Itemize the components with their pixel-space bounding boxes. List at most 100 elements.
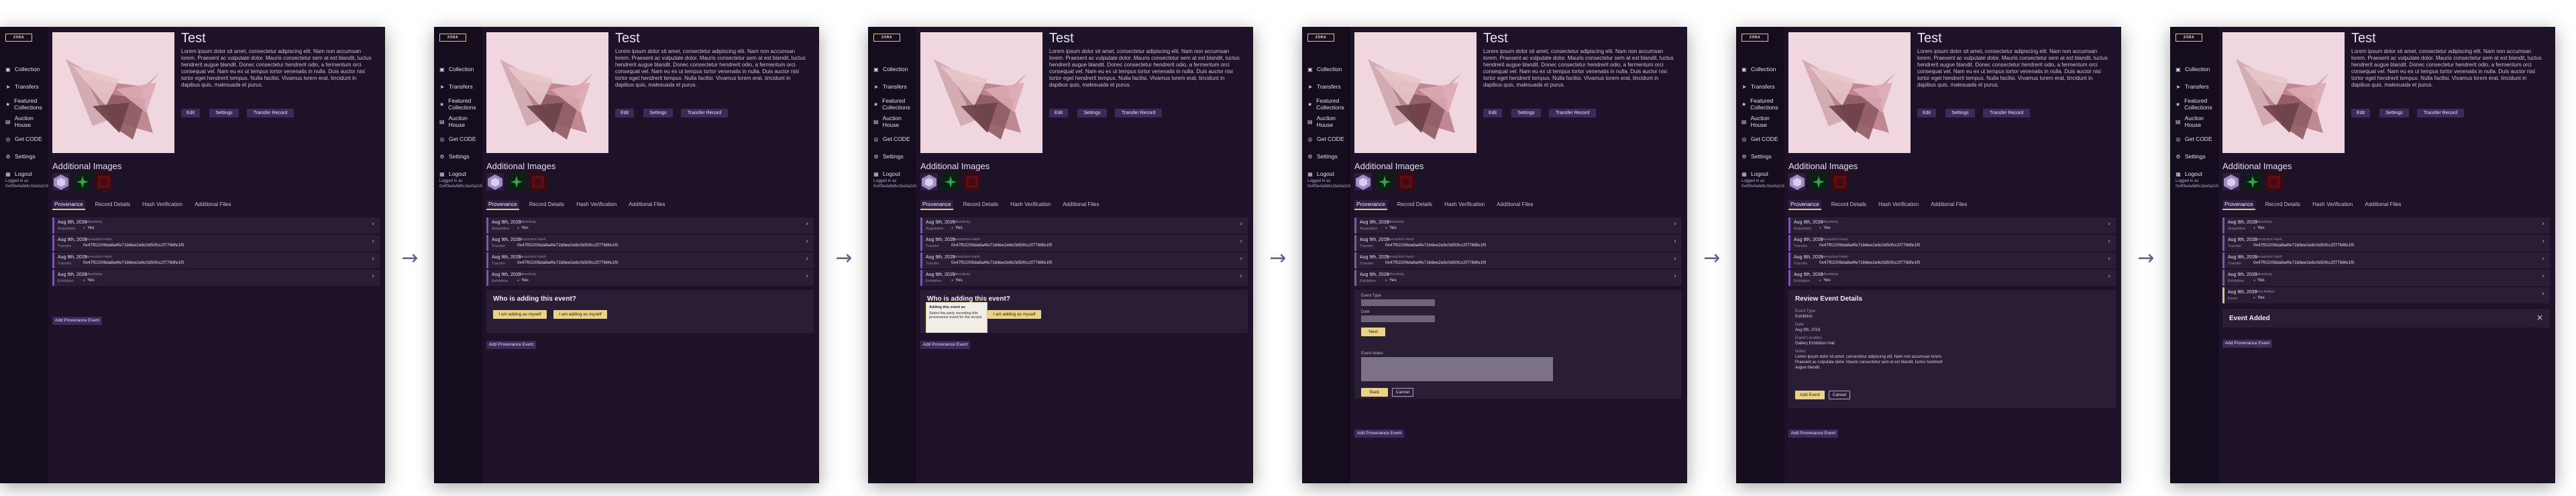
chevron-right-icon[interactable]: › bbox=[372, 273, 374, 280]
chevron-right-icon[interactable]: › bbox=[806, 273, 808, 280]
sidebar-item-auction-house[interactable]: ▤ Auction House bbox=[1736, 113, 1784, 130]
submit-event-button[interactable]: Add Event bbox=[1795, 391, 1825, 399]
chevron-right-icon[interactable]: › bbox=[2108, 273, 2110, 280]
provenance-event-row[interactable]: Aug 9th, 2019 Exhibition Authenticity ● Yes › bbox=[52, 270, 380, 286]
provenance-event-row[interactable]: Aug 9th, 2019 Event Event Added ● Yes › bbox=[2222, 287, 2550, 303]
chevron-right-icon[interactable]: › bbox=[1240, 273, 1242, 280]
tab-hash-verification[interactable]: Hash Verification bbox=[140, 200, 184, 210]
sidebar-item-transfers[interactable]: ➤ Transfers bbox=[0, 78, 48, 95]
tab-record-details[interactable]: Record Details bbox=[93, 200, 132, 210]
chevron-right-icon[interactable]: › bbox=[2542, 238, 2544, 245]
chevron-right-icon[interactable]: › bbox=[806, 238, 808, 245]
provenance-event-row[interactable]: Aug 9th, 2019 Exhibition Authenticity ● Yes › bbox=[486, 270, 814, 286]
settings-button[interactable]: Settings bbox=[1077, 109, 1107, 117]
next-button[interactable]: Next bbox=[1361, 328, 1385, 336]
sidebar-item-collection[interactable]: ▣ Collection bbox=[434, 60, 482, 78]
tab-hash-verification[interactable]: Hash Verification bbox=[1442, 200, 1487, 210]
sidebar-item-auction-house[interactable]: ▤ Auction House bbox=[434, 113, 482, 130]
sidebar-item-settings[interactable]: ⚙ Settings bbox=[1302, 148, 1350, 165]
chevron-right-icon[interactable]: › bbox=[372, 256, 374, 262]
provenance-event-row[interactable]: Aug 9th, 2019 Transfer Transaction Hash 0x4… bbox=[1354, 235, 1682, 251]
additional-image-thumb[interactable] bbox=[1376, 173, 1393, 191]
back-button[interactable]: Back bbox=[1361, 388, 1388, 397]
app-logo[interactable]: ZORA bbox=[5, 34, 32, 42]
edit-button[interactable]: Edit bbox=[1049, 109, 1068, 117]
sidebar-item-settings[interactable]: ⚙ Settings bbox=[868, 148, 916, 165]
chevron-right-icon[interactable]: › bbox=[372, 221, 374, 228]
date-input[interactable] bbox=[1361, 315, 1435, 322]
sidebar-item-get-code[interactable]: ◎ Get CODE bbox=[2170, 130, 2218, 148]
sidebar-item-featured-collections[interactable]: ★ Featured Collections bbox=[2170, 95, 2218, 113]
transfer-record-button[interactable]: Transfer Record bbox=[247, 109, 294, 117]
chevron-right-icon[interactable]: › bbox=[2108, 221, 2110, 228]
chevron-right-icon[interactable]: › bbox=[1240, 238, 1242, 245]
tab-hash-verification[interactable]: Hash Verification bbox=[1876, 200, 1921, 210]
provenance-event-row[interactable]: Aug 9th, 2019 Acquisition Authenticity ● Yes… bbox=[2222, 217, 2550, 234]
edit-button[interactable]: Edit bbox=[181, 109, 200, 117]
sidebar-item-auction-house[interactable]: ▤ Auction House bbox=[868, 113, 916, 130]
tab-additional-files[interactable]: Additional Files bbox=[193, 200, 233, 210]
sidebar-item-settings[interactable]: ⚙ Settings bbox=[1736, 148, 1784, 165]
tab-provenance[interactable]: Provenance bbox=[920, 200, 953, 210]
additional-image-thumb[interactable] bbox=[74, 173, 91, 191]
app-logo[interactable]: ZORA bbox=[439, 34, 466, 42]
sidebar-item-auction-house[interactable]: ▤ Auction House bbox=[2170, 113, 2218, 130]
provenance-event-row[interactable]: Aug 9th, 2019 Transfer Transaction Hash 0x4… bbox=[2222, 252, 2550, 268]
provenance-event-row[interactable]: Aug 9th, 2019 Exhibition Authenticity ● Yes › bbox=[1788, 270, 2116, 286]
additional-image-thumb[interactable] bbox=[486, 173, 504, 191]
sidebar-item-get-code[interactable]: ◎ Get CODE bbox=[868, 130, 916, 148]
chevron-right-icon[interactable]: › bbox=[1240, 221, 1242, 228]
additional-image-thumb[interactable] bbox=[1788, 173, 1806, 191]
edit-button[interactable]: Edit bbox=[1917, 109, 1936, 117]
chevron-right-icon[interactable]: › bbox=[2542, 291, 2544, 297]
add-provenance-event-button[interactable]: Add Provenance Event bbox=[1788, 430, 1838, 438]
add-provenance-event-button[interactable]: Add Provenance Event bbox=[2222, 340, 2272, 348]
chevron-right-icon[interactable]: › bbox=[1674, 238, 1676, 245]
provenance-event-row[interactable]: Aug 9th, 2019 Transfer Transaction Hash 0x4… bbox=[920, 252, 1248, 268]
provenance-event-row[interactable]: Aug 9th, 2019 Acquisition Authenticity ● Yes… bbox=[1354, 217, 1682, 234]
sidebar-item-featured-collections[interactable]: ★ Featured Collections bbox=[0, 95, 48, 113]
sidebar-item-settings[interactable]: ⚙ Settings bbox=[434, 148, 482, 165]
add-provenance-event-button[interactable]: Add Provenance Event bbox=[52, 317, 102, 325]
settings-button[interactable]: Settings bbox=[209, 109, 239, 117]
provenance-event-row[interactable]: Aug 9th, 2019 Transfer Transaction Hash 0x4… bbox=[1788, 235, 2116, 251]
sidebar-item-get-code[interactable]: ◎ Get CODE bbox=[1302, 130, 1350, 148]
provenance-event-row[interactable]: Aug 9th, 2019 Transfer Transaction Hash 0x4… bbox=[486, 252, 814, 268]
transfer-record-button[interactable]: Transfer Record bbox=[2417, 109, 2464, 117]
tab-hash-verification[interactable]: Hash Verification bbox=[574, 200, 619, 210]
sidebar-item-get-code[interactable]: ◎ Get CODE bbox=[1736, 130, 1784, 148]
add-provenance-event-button[interactable]: Add Provenance Event bbox=[486, 341, 536, 349]
edit-button[interactable]: Edit bbox=[1483, 109, 1502, 117]
additional-image-thumb[interactable] bbox=[920, 173, 938, 191]
add-provenance-event-button[interactable]: Add Provenance Event bbox=[1354, 430, 1404, 438]
transfer-record-button[interactable]: Transfer Record bbox=[1983, 109, 2030, 117]
additional-image-thumb[interactable] bbox=[52, 173, 70, 191]
additional-image-thumb[interactable] bbox=[963, 173, 981, 191]
tab-additional-files[interactable]: Additional Files bbox=[1929, 200, 1969, 210]
close-icon[interactable]: × bbox=[2536, 313, 2543, 322]
add-as-self-button[interactable]: I am adding as myself bbox=[493, 310, 547, 319]
additional-image-thumb[interactable] bbox=[942, 173, 959, 191]
provenance-event-row[interactable]: Aug 9th, 2019 Transfer Transaction Hash 0x4… bbox=[920, 235, 1248, 251]
sidebar-item-featured-collections[interactable]: ★ Featured Collections bbox=[1302, 95, 1350, 113]
add-as-other-button[interactable]: I am adding as myself bbox=[553, 310, 607, 319]
transfer-record-button[interactable]: Transfer Record bbox=[1115, 109, 1162, 117]
add-provenance-event-button[interactable]: Add Provenance Event bbox=[920, 341, 970, 349]
cancel-button[interactable]: Cancel bbox=[1829, 391, 1850, 399]
sidebar-item-auction-house[interactable]: ▤ Auction House bbox=[1302, 113, 1350, 130]
tab-additional-files[interactable]: Additional Files bbox=[627, 200, 667, 210]
add-as-other-button[interactable]: I am adding as myself bbox=[987, 310, 1041, 319]
provenance-event-row[interactable]: Aug 9th, 2019 Transfer Transaction Hash 0x4… bbox=[486, 235, 814, 251]
sidebar-item-transfers[interactable]: ➤ Transfers bbox=[2170, 78, 2218, 95]
provenance-event-row[interactable]: Aug 9th, 2019 Acquisition Authenticity ● Yes… bbox=[486, 217, 814, 234]
app-logo[interactable]: ZORA bbox=[873, 34, 900, 42]
tab-record-details[interactable]: Record Details bbox=[1829, 200, 1868, 210]
provenance-event-row[interactable]: Aug 9th, 2019 Acquisition Authenticity ● Yes… bbox=[920, 217, 1248, 234]
edit-button[interactable]: Edit bbox=[2351, 109, 2370, 117]
tab-additional-files[interactable]: Additional Files bbox=[2363, 200, 2403, 210]
tab-additional-files[interactable]: Additional Files bbox=[1061, 200, 1101, 210]
additional-image-thumb[interactable] bbox=[1831, 173, 1849, 191]
sidebar-item-collection[interactable]: ▣ Collection bbox=[0, 60, 48, 78]
tab-provenance[interactable]: Provenance bbox=[1788, 200, 1821, 210]
sidebar-item-collection[interactable]: ▣ Collection bbox=[2170, 60, 2218, 78]
